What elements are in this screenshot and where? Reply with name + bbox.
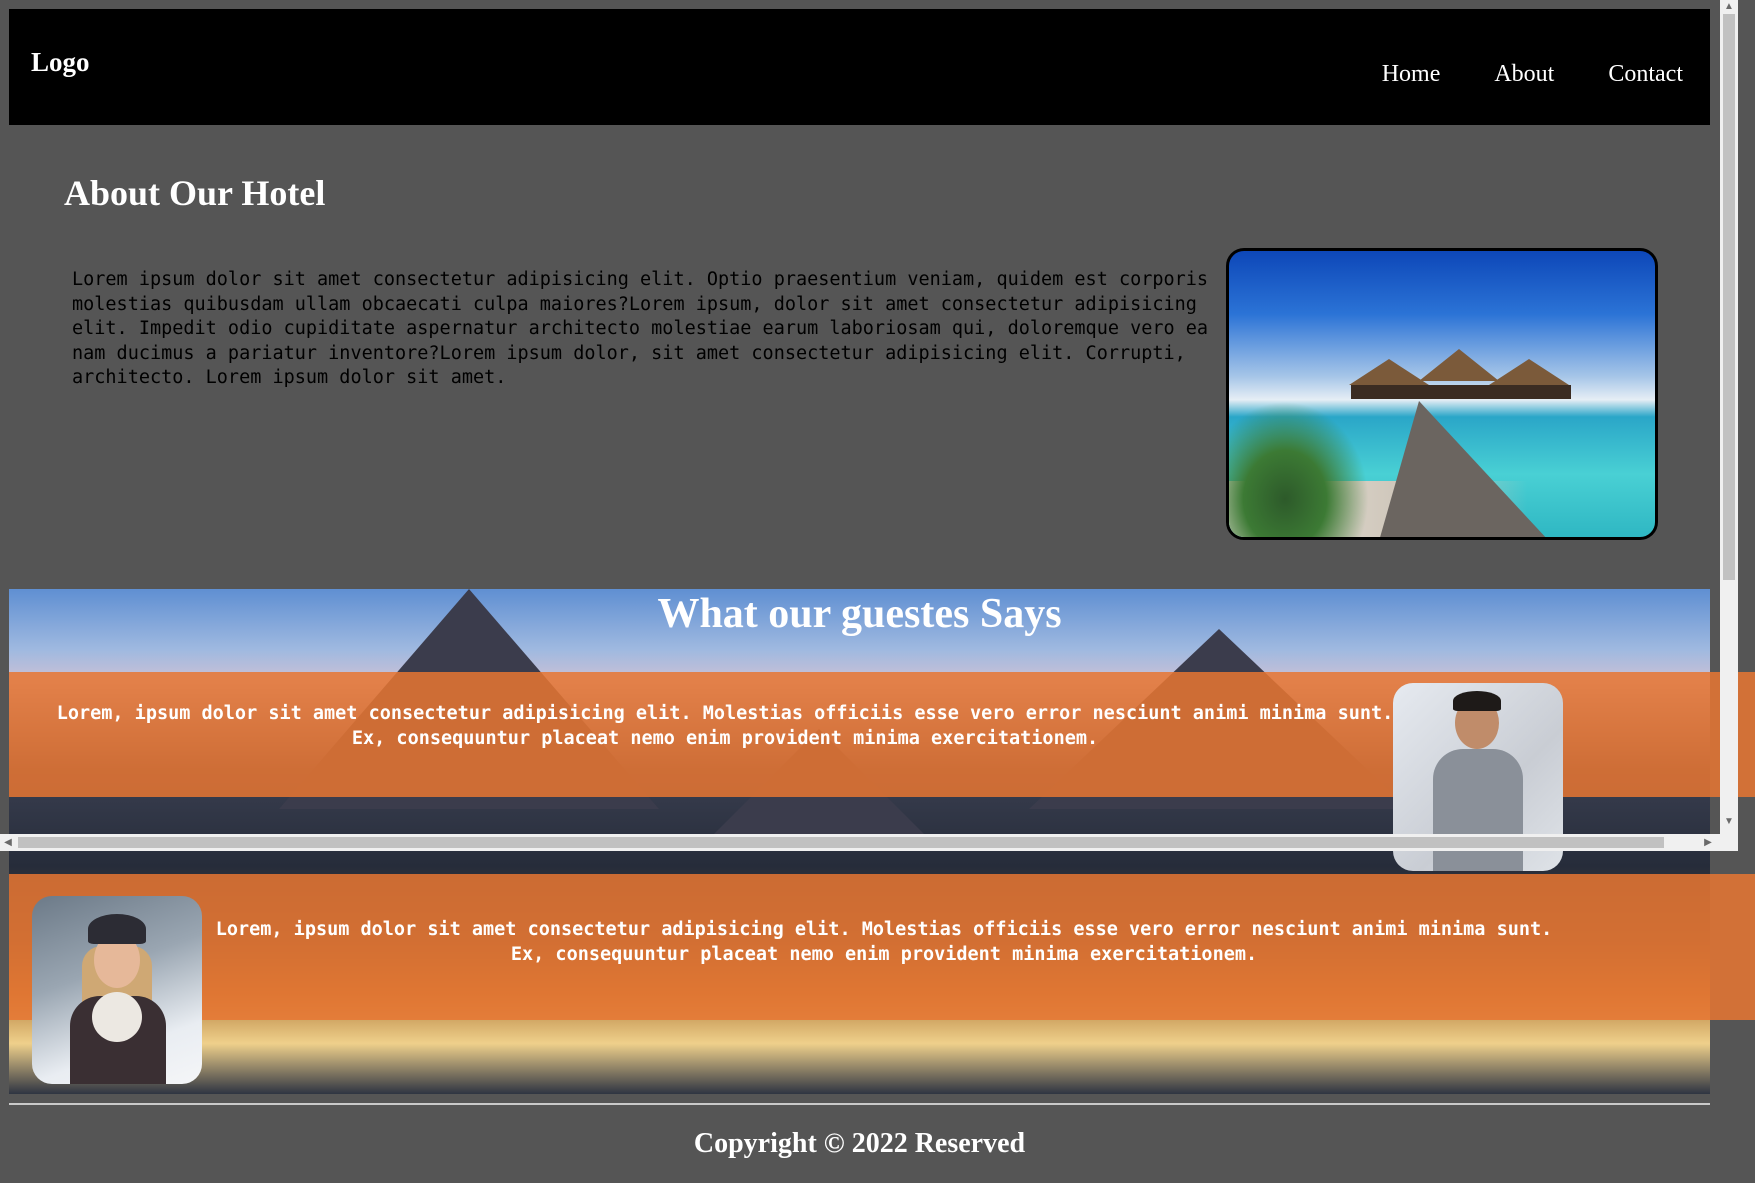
scroll-right-arrow-icon[interactable]: ▶ [1700, 834, 1716, 851]
copyright-text: Copyright © 2022 Reserved [693, 1128, 1026, 1159]
main-nav: Home About Contact [1382, 61, 1683, 88]
avatar-hair [1453, 691, 1501, 711]
palm-tree [1229, 401, 1369, 537]
horizontal-scroll-thumb[interactable] [18, 837, 1664, 848]
vertical-scroll-thumb[interactable] [1723, 14, 1735, 580]
nav-contact-link[interactable]: Contact [1608, 61, 1683, 88]
vertical-scrollbar[interactable]: ▲ ▼ [1720, 0, 1738, 851]
avatar-hat [88, 914, 146, 944]
footer-divider [9, 1103, 1710, 1105]
navbar: Logo Home About Contact [9, 9, 1710, 125]
wooden-pier [1379, 401, 1549, 537]
nav-about-link[interactable]: About [1494, 61, 1554, 88]
testimonials-title: What our guestes Says [657, 591, 1062, 637]
hotel-beach-image [1226, 248, 1658, 540]
avatar-scarf [92, 992, 142, 1042]
scroll-up-arrow-icon[interactable]: ▲ [1720, 0, 1738, 14]
guest-avatar-woman [32, 896, 202, 1084]
water-villa-roof [1349, 359, 1429, 385]
scroll-down-arrow-icon[interactable]: ▼ [1720, 815, 1738, 829]
about-text: Lorem ipsum dolor sit amet consectetur a… [72, 269, 1209, 388]
testimonial-text: Lorem, ipsum dolor sit amet consectetur … [56, 703, 1394, 749]
scroll-left-arrow-icon[interactable]: ◀ [0, 834, 16, 851]
about-title: About Our Hotel [64, 173, 326, 213]
avatar-body [1433, 749, 1523, 871]
testimonial-card: Lorem, ipsum dolor sit amet consectetur … [9, 874, 1755, 1020]
logo[interactable]: Logo [31, 47, 90, 78]
water-villa-roof [1419, 349, 1499, 381]
nav-home-link[interactable]: Home [1382, 61, 1441, 88]
testimonial-text: Lorem, ipsum dolor sit amet consectetur … [215, 919, 1553, 965]
water-villa-base [1351, 385, 1571, 399]
water-villa-roof [1489, 359, 1569, 385]
horizontal-scrollbar[interactable]: ◀ ▶ [0, 834, 1720, 851]
